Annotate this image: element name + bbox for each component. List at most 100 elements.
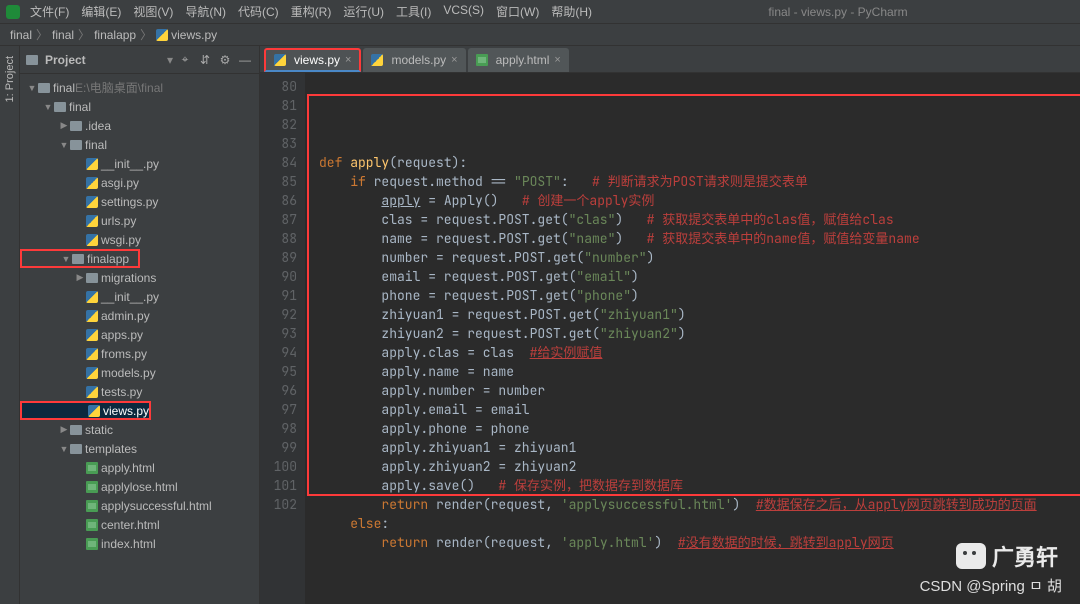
line-number: 81 — [260, 96, 297, 115]
code-line[interactable]: clas = request.POST.get("clas") # 获取提交表单… — [319, 210, 1080, 229]
menu-item[interactable]: 运行(U) — [337, 1, 390, 22]
html-icon — [476, 54, 488, 66]
breadcrumb-item[interactable]: final — [52, 28, 74, 42]
tab-label: views.py — [294, 53, 340, 67]
code-line[interactable]: return render(request, 'applysuccessful.… — [319, 495, 1080, 514]
tree-row[interactable]: wsgi.py — [20, 230, 259, 249]
code-line[interactable]: zhiyuan2 = request.POST.get("zhiyuan2") — [319, 324, 1080, 343]
code-line[interactable]: apply.zhiyuan1 = zhiyuan1 — [319, 438, 1080, 457]
tree-row[interactable]: models.py — [20, 363, 259, 382]
tree-row[interactable]: ▶static — [20, 420, 259, 439]
tree-row[interactable]: apps.py — [20, 325, 259, 344]
tree-row[interactable]: ▶.idea — [20, 116, 259, 135]
tree-row[interactable]: settings.py — [20, 192, 259, 211]
tree-row[interactable]: ▼final — [20, 135, 259, 154]
breadcrumb-item[interactable]: views.py — [156, 28, 217, 42]
tree-row[interactable]: __init__.py — [20, 287, 259, 306]
menu-item[interactable]: 文件(F) — [24, 1, 75, 22]
tree-row[interactable]: applysuccessful.html — [20, 496, 259, 515]
breadcrumb-item[interactable]: finalapp — [94, 28, 136, 42]
line-number: 86 — [260, 191, 297, 210]
code-line[interactable]: apply.save() # 保存实例，把数据存到数据库 — [319, 476, 1080, 495]
editor[interactable]: 8081828384858687888990919293949596979899… — [260, 73, 1080, 604]
code-line[interactable]: name = request.POST.get("name") # 获取提交表单… — [319, 229, 1080, 248]
tab-label: models.py — [391, 53, 446, 67]
editor-tabs: views.py×models.py×apply.html× — [260, 46, 1080, 73]
tree-label: models.py — [101, 366, 156, 380]
sort-icon[interactable]: ⇵ — [197, 52, 213, 68]
code-line[interactable] — [319, 134, 1080, 153]
tree-row[interactable]: ▼templates — [20, 439, 259, 458]
html-icon — [86, 481, 98, 493]
line-number: 93 — [260, 324, 297, 343]
tree-row[interactable]: froms.py — [20, 344, 259, 363]
breadcrumb-item[interactable]: final — [10, 28, 32, 42]
tree-row[interactable]: center.html — [20, 515, 259, 534]
code-line[interactable]: if request.method == "POST": # 判断请求为POST… — [319, 172, 1080, 191]
project-tree[interactable]: ▼final E:\电脑桌面\final▼final▶.idea▼final__… — [20, 74, 259, 604]
tree-row[interactable]: ▶migrations — [20, 268, 259, 287]
tree-row[interactable]: applylose.html — [20, 477, 259, 496]
editor-tab[interactable]: apply.html× — [468, 48, 569, 72]
editor-area: views.py×models.py×apply.html× 808182838… — [260, 46, 1080, 604]
menu-item[interactable]: 导航(N) — [179, 1, 232, 22]
tree-label: static — [85, 423, 113, 437]
tree-label: admin.py — [101, 309, 150, 323]
tree-row[interactable]: views.py — [20, 401, 151, 420]
code-line[interactable]: else: — [319, 514, 1080, 533]
side-tab-project[interactable]: 1: Project — [4, 52, 16, 106]
code-line[interactable]: apply.number = number — [319, 381, 1080, 400]
code-line[interactable]: apply.name = name — [319, 362, 1080, 381]
menu-item[interactable]: 编辑(E) — [75, 1, 127, 22]
line-number: 90 — [260, 267, 297, 286]
line-number: 96 — [260, 381, 297, 400]
menu-item[interactable]: 帮助(H) — [545, 1, 598, 22]
tree-row[interactable]: __init__.py — [20, 154, 259, 173]
code-line[interactable]: apply.zhiyuan2 = zhiyuan2 — [319, 457, 1080, 476]
code-content[interactable]: def apply(request): if request.method ==… — [305, 73, 1080, 604]
tree-row[interactable]: asgi.py — [20, 173, 259, 192]
code-line[interactable]: apply.clas = clas #给实例赋值 — [319, 343, 1080, 362]
tree-row[interactable]: ▼finalapp — [20, 249, 140, 268]
line-number: 101 — [260, 476, 297, 495]
gear-icon[interactable]: ⚙ — [217, 52, 233, 68]
html-icon — [86, 538, 98, 550]
menu-item[interactable]: 视图(V) — [127, 1, 179, 22]
fold-icon — [70, 444, 82, 454]
code-line[interactable]: apply = Apply() # 创建一个apply实例 — [319, 191, 1080, 210]
tree-row[interactable]: tests.py — [20, 382, 259, 401]
line-number: 84 — [260, 153, 297, 172]
menu-item[interactable]: 工具(I) — [390, 1, 437, 22]
line-number: 88 — [260, 229, 297, 248]
code-line[interactable]: apply.phone = phone — [319, 419, 1080, 438]
tree-label: final — [85, 138, 107, 152]
menu-item[interactable]: 代码(C) — [232, 1, 285, 22]
close-icon[interactable]: × — [451, 54, 457, 66]
close-icon[interactable]: × — [345, 54, 351, 66]
editor-tab[interactable]: views.py × — [264, 48, 361, 72]
menu-item[interactable]: 窗口(W) — [490, 1, 545, 22]
code-line[interactable]: phone = request.POST.get("phone") — [319, 286, 1080, 305]
tree-row[interactable]: urls.py — [20, 211, 259, 230]
code-line[interactable]: zhiyuan1 = request.POST.get("zhiyuan1") — [319, 305, 1080, 324]
tree-row[interactable]: index.html — [20, 534, 259, 553]
code-line[interactable]: email = request.POST.get("email") — [319, 267, 1080, 286]
minimize-icon[interactable]: — — [237, 52, 253, 68]
fold-icon — [86, 273, 98, 283]
code-line[interactable]: apply.email = email — [319, 400, 1080, 419]
tree-row[interactable]: ▼final E:\电脑桌面\final — [20, 78, 259, 97]
tree-row[interactable]: ▼final — [20, 97, 259, 116]
gutter: 8081828384858687888990919293949596979899… — [260, 73, 305, 604]
line-number: 85 — [260, 172, 297, 191]
locate-icon[interactable]: ⌖ — [177, 52, 193, 68]
line-number: 87 — [260, 210, 297, 229]
code-line[interactable]: number = request.POST.get("number") — [319, 248, 1080, 267]
menu-item[interactable]: 重构(R) — [285, 1, 338, 22]
close-icon[interactable]: × — [554, 54, 560, 66]
code-line[interactable]: def apply(request): — [319, 153, 1080, 172]
tree-row[interactable]: admin.py — [20, 306, 259, 325]
tree-row[interactable]: apply.html — [20, 458, 259, 477]
menu-item[interactable]: VCS(S) — [437, 1, 490, 22]
fold-icon — [72, 254, 84, 264]
editor-tab[interactable]: models.py × — [363, 48, 465, 72]
